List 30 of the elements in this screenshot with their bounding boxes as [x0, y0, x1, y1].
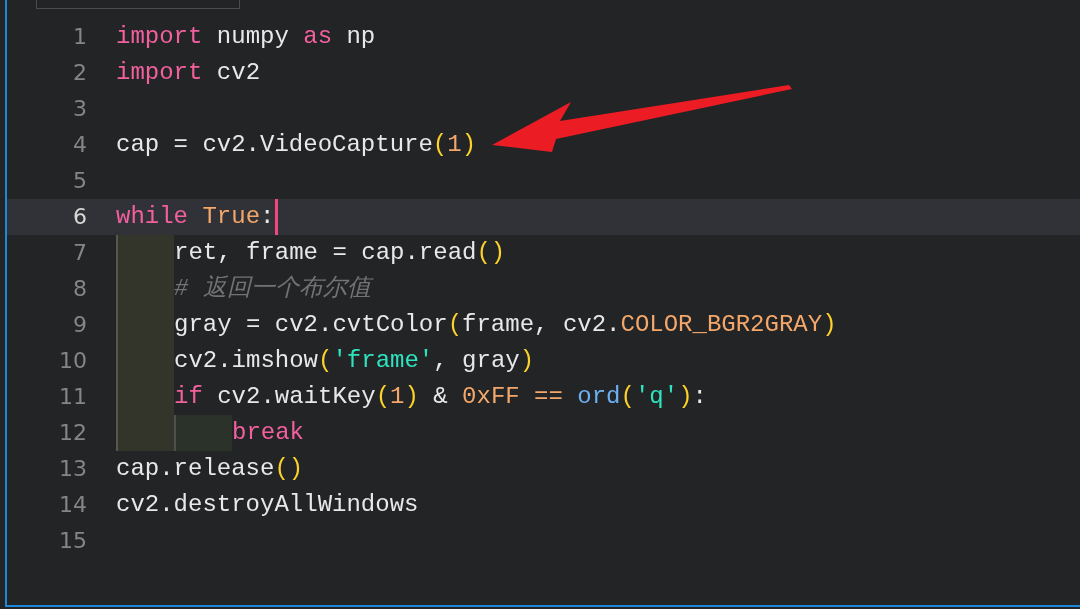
code-line: ret, frame = cap.read() [174, 238, 506, 268]
code-line: while True: [116, 202, 275, 232]
line-number: 6 [72, 203, 87, 231]
code-line: if cv2.waitKey(1) & 0xFF == ord('q'): [174, 382, 707, 412]
code-line: import numpy as np [116, 22, 376, 52]
line-number: 11 [58, 383, 87, 411]
line-number: 15 [58, 527, 87, 555]
code-line: cv2.imshow('frame', gray) [174, 346, 535, 376]
code-line: cap.release() [116, 454, 304, 484]
indent-guide [116, 415, 174, 451]
line-number: 12 [58, 419, 87, 447]
line-number: 8 [72, 275, 87, 303]
line-number: 2 [72, 59, 87, 87]
line-number: 4 [72, 131, 87, 159]
indent-guide [174, 415, 232, 451]
code-line: gray = cv2.cvtColor(frame, cv2.COLOR_BGR2GRAY) [174, 310, 837, 340]
line-number: 14 [58, 491, 87, 519]
line-number: 3 [72, 95, 87, 123]
code-line: cap = cv2.VideoCapture(1) [116, 130, 477, 160]
code-line: break [232, 418, 304, 448]
indent-guide [116, 235, 174, 271]
code-line: import cv2 [116, 58, 261, 88]
line-number: 5 [72, 167, 87, 195]
text-cursor [275, 199, 279, 235]
line-number: 9 [72, 311, 87, 339]
line-number: 13 [58, 455, 87, 483]
code-line: cv2.destroyAllWindows [116, 490, 419, 520]
line-number: 1 [72, 23, 87, 51]
line-number: 10 [58, 347, 87, 375]
line-number: 7 [72, 239, 87, 267]
